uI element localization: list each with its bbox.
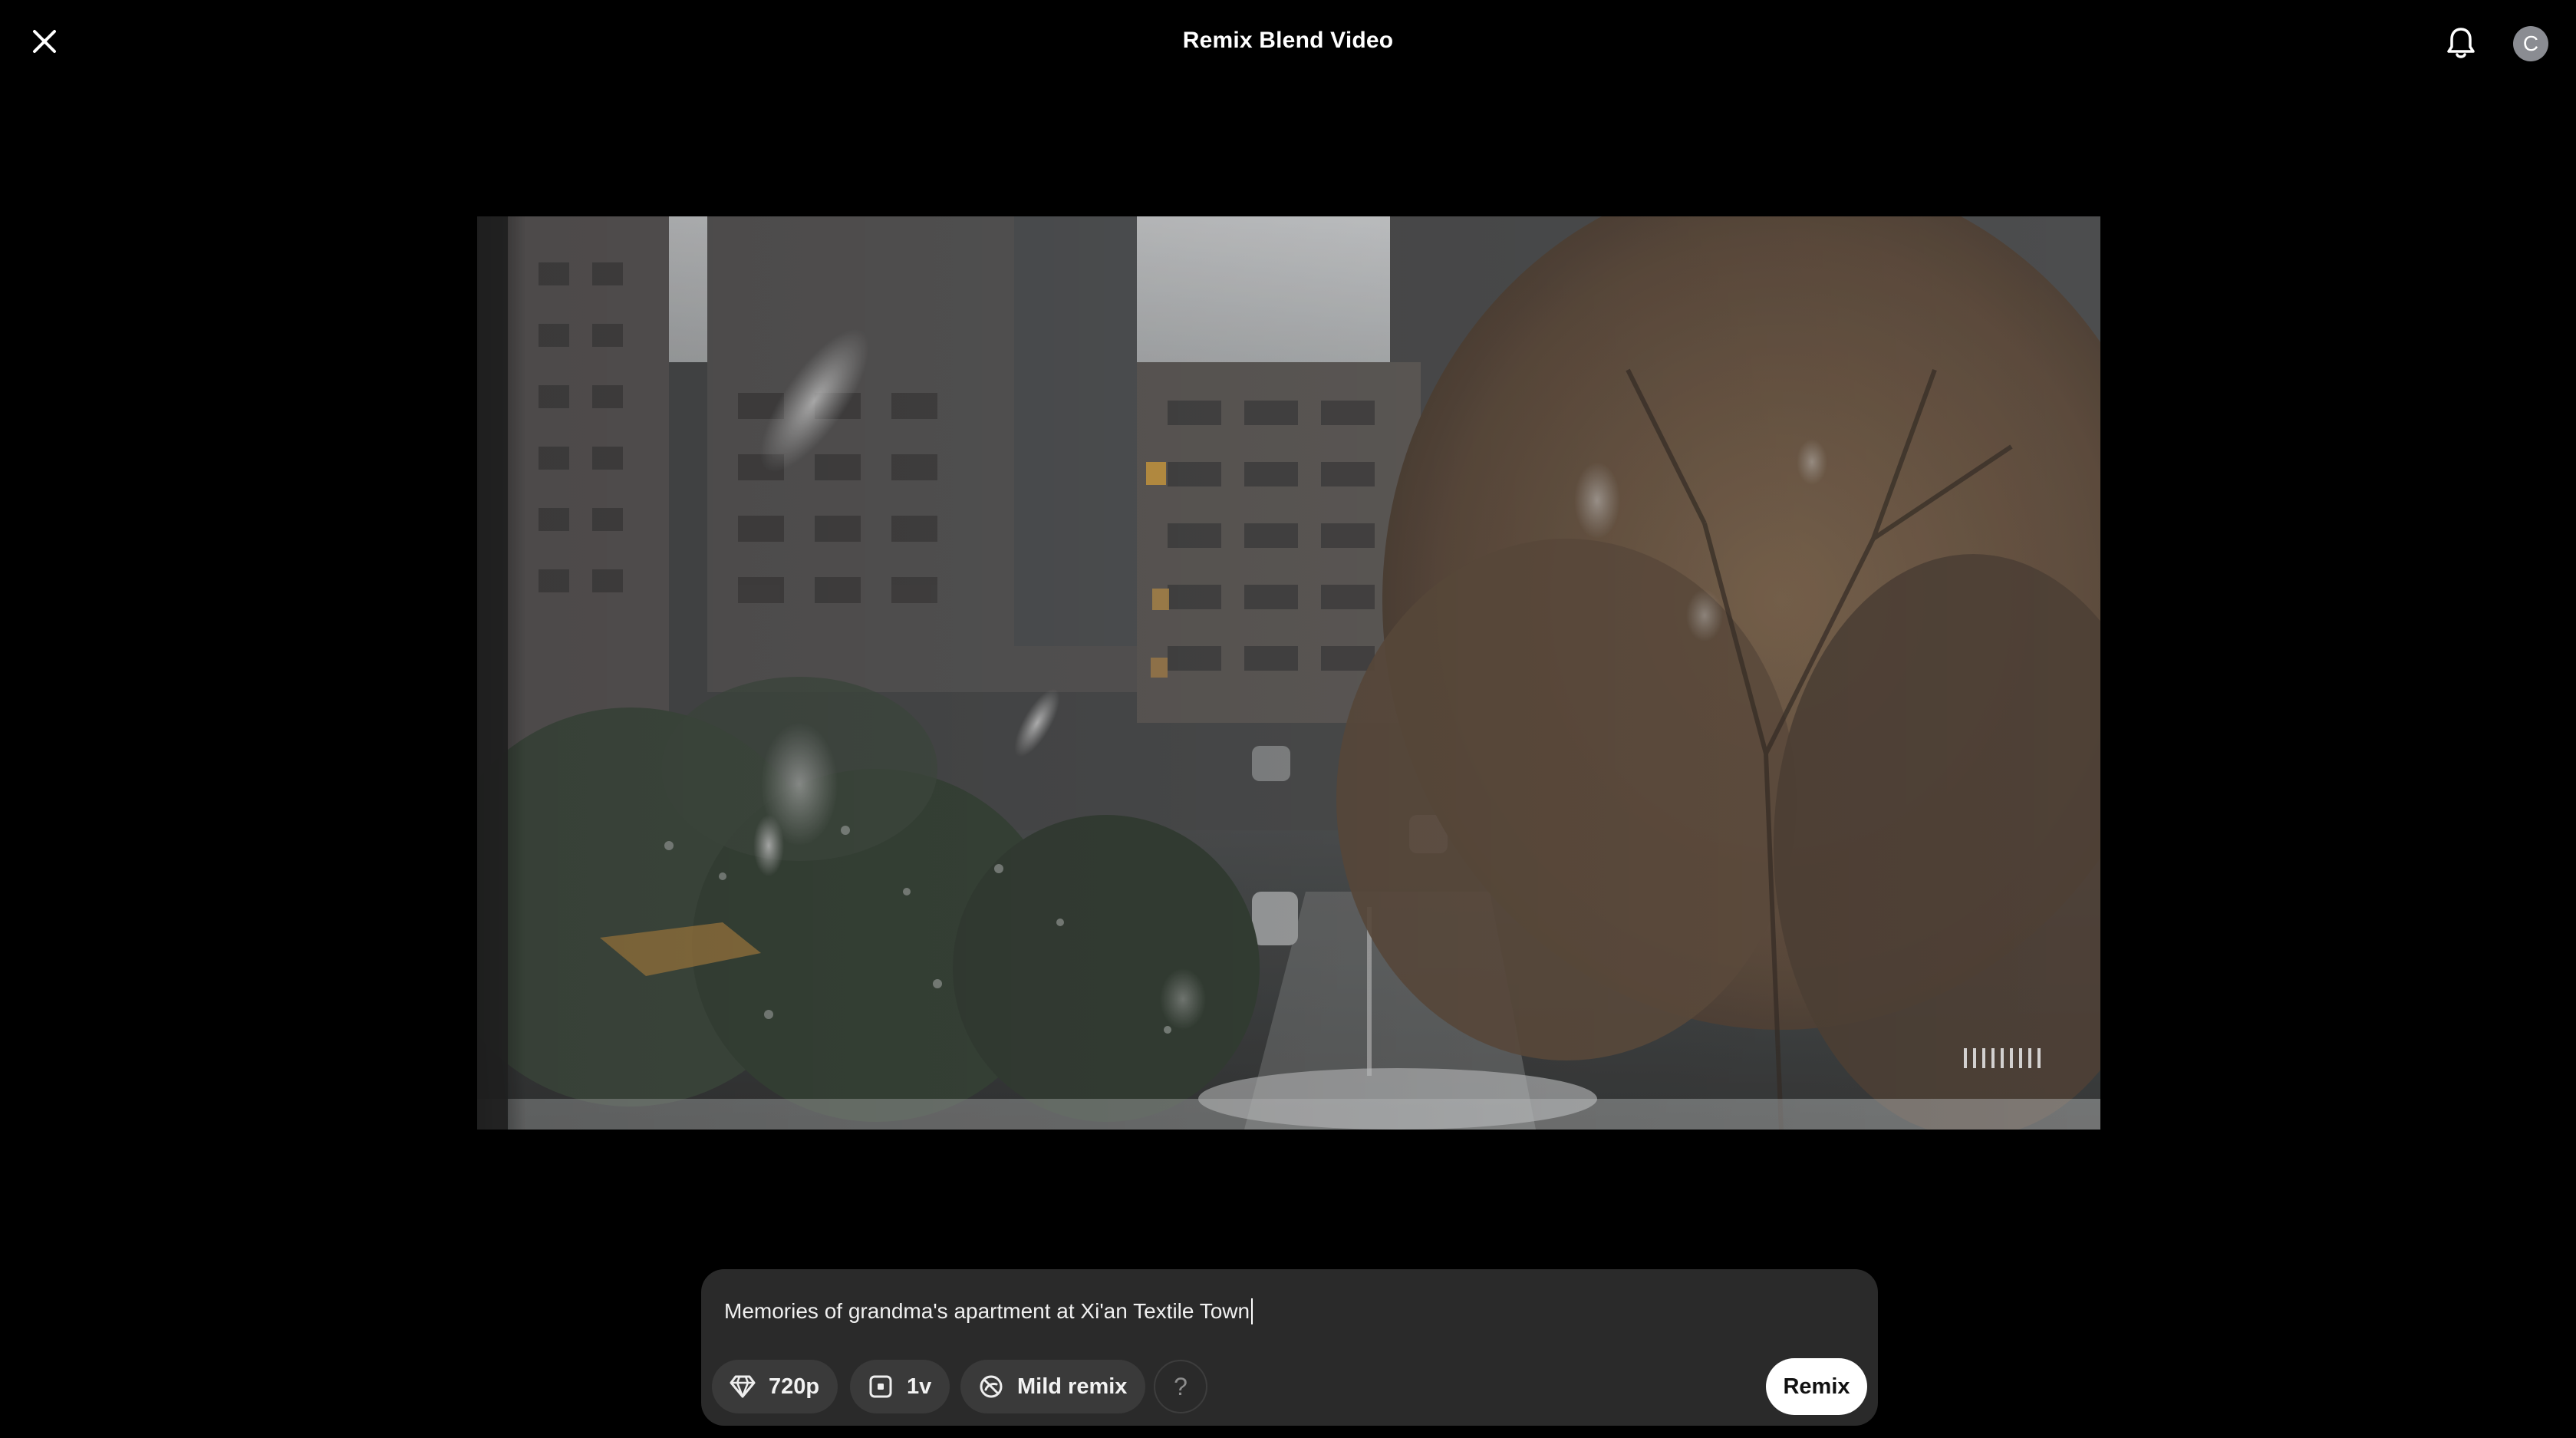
video-watermark: [1964, 1048, 2041, 1068]
variations-label: 1v: [907, 1374, 932, 1399]
page-title: Remix Blend Video: [1182, 28, 1394, 53]
resolution-label: 720p: [769, 1374, 820, 1399]
notifications-button[interactable]: [2444, 25, 2478, 61]
diamond-icon: [729, 1373, 756, 1400]
variations-button[interactable]: 1v: [850, 1360, 950, 1413]
prompt-input[interactable]: Memories of grandma's apartment at Xi'an…: [724, 1298, 1253, 1324]
resolution-button[interactable]: 720p: [712, 1360, 838, 1413]
video-frame-image: [477, 216, 2100, 1130]
remix-strength-label: Mild remix: [1017, 1374, 1128, 1399]
remix-strength-icon: [977, 1373, 1005, 1400]
bell-icon: [2447, 28, 2475, 58]
help-button[interactable]: ?: [1154, 1360, 1207, 1413]
remix-dialog: Remix Blend Video C Memories of grandma'…: [0, 0, 2576, 1438]
remix-strength-button[interactable]: Mild remix: [960, 1360, 1146, 1413]
prompt-text: Memories of grandma's apartment at Xi'an…: [724, 1299, 1250, 1323]
text-caret: [1251, 1298, 1253, 1324]
remix-button[interactable]: Remix: [1766, 1358, 1867, 1415]
video-preview[interactable]: [477, 216, 2100, 1130]
avatar[interactable]: C: [2513, 26, 2548, 61]
variations-icon: [867, 1373, 894, 1400]
prompt-composer: Memories of grandma's apartment at Xi'an…: [701, 1269, 1878, 1426]
